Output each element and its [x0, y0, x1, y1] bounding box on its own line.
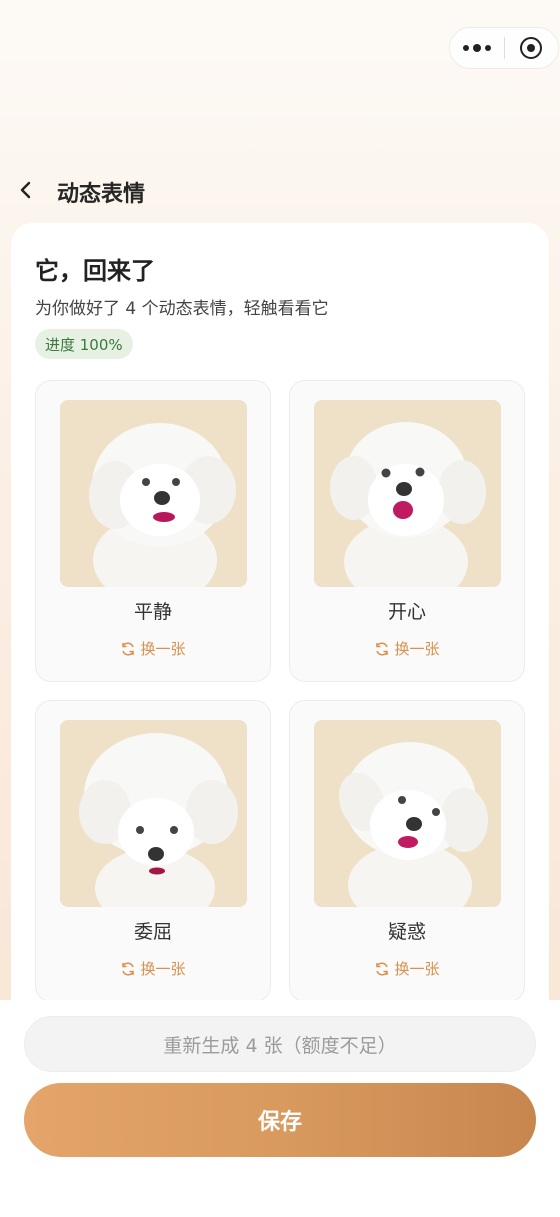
more-button[interactable]	[450, 28, 504, 68]
page-title: 动态表情	[57, 182, 146, 207]
bottom-action-bar: 重新生成 4 张（额度不足） 保存	[0, 1000, 560, 1217]
swap-label: 换一张	[394, 640, 440, 658]
refresh-icon	[376, 961, 389, 976]
result-heading: 它，回来了	[35, 257, 155, 285]
swap-label: 换一张	[394, 960, 440, 978]
expression-tile[interactable]: 委屈 换一张	[35, 700, 271, 1002]
expression-label: 疑惑	[387, 921, 426, 943]
refresh-icon	[122, 641, 135, 656]
result-subtitle: 为你做好了 4 个动态表情，轻触看看它	[35, 299, 329, 319]
progress-badge: 进度 100%	[35, 329, 133, 359]
expression-label: 平静	[133, 601, 172, 623]
dog-photo-calm[interactable]	[60, 400, 247, 587]
expression-label: 委屈	[133, 921, 172, 943]
dog-photo-puzzled[interactable]	[314, 720, 501, 907]
refresh-icon	[122, 961, 135, 976]
dog-photo-aggrieved[interactable]	[60, 720, 247, 907]
expression-tile[interactable]: 疑惑 换一张	[289, 700, 525, 1002]
swap-button[interactable]: 换一张	[36, 958, 270, 979]
back-button[interactable]	[14, 178, 38, 202]
target-icon	[520, 37, 543, 59]
expression-tile[interactable]: 开心 换一张	[289, 380, 525, 682]
swap-button[interactable]: 换一张	[36, 638, 270, 659]
nav-bar: 动态表情	[0, 168, 560, 212]
more-dots-icon	[462, 44, 491, 52]
back-chevron-icon	[20, 181, 31, 199]
miniprogram-capsule	[449, 27, 559, 69]
swap-button[interactable]: 换一张	[290, 638, 524, 659]
expression-label: 开心	[387, 601, 426, 623]
refresh-icon	[376, 641, 389, 656]
save-button[interactable]: 保存	[24, 1083, 536, 1157]
result-card: 它，回来了 为你做好了 4 个动态表情，轻触看看它 进度 100% 平静 换一张…	[11, 223, 549, 1123]
swap-label: 换一张	[140, 960, 186, 978]
expression-tile[interactable]: 平静 换一张	[35, 380, 271, 682]
swap-button[interactable]: 换一张	[290, 958, 524, 979]
dog-photo-happy[interactable]	[314, 400, 501, 587]
close-miniprogram-button[interactable]	[505, 28, 559, 68]
regenerate-button[interactable]: 重新生成 4 张（额度不足）	[24, 1016, 536, 1072]
swap-label: 换一张	[140, 640, 186, 658]
